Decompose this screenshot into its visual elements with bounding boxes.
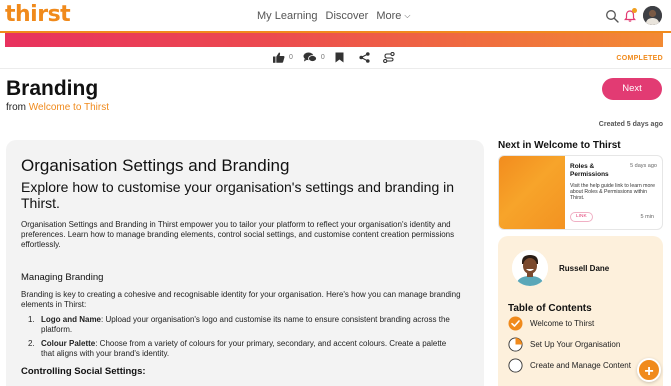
like-action[interactable]: 0 xyxy=(273,52,293,63)
from-line: from Welcome to Thirst xyxy=(6,102,109,113)
share-action[interactable] xyxy=(359,52,370,63)
thumbs-up-icon xyxy=(273,52,285,63)
checkmark-complete-icon xyxy=(508,316,523,331)
next-card-time: 5 days ago xyxy=(630,163,657,169)
next-card-title: Roles & Permissions xyxy=(570,163,609,178)
from-prefix: from xyxy=(6,102,26,113)
action-bar: 0 0 xyxy=(273,52,405,63)
next-button[interactable]: Next xyxy=(602,78,662,100)
nav-more[interactable]: More ⌵ xyxy=(376,10,410,22)
list-term: Colour Palette xyxy=(41,339,96,348)
list-number: 1. xyxy=(28,315,35,324)
list-item: 2. Colour Palette: Choose from a variety… xyxy=(28,339,458,359)
list-item: 1. Logo and Name: Upload your organisati… xyxy=(28,315,458,335)
content-heading: Organisation Settings and Branding xyxy=(21,156,290,175)
divider xyxy=(0,68,671,69)
thirst-logo[interactable]: thirst xyxy=(5,2,71,27)
parent-course-link[interactable]: Welcome to Thirst xyxy=(29,102,109,113)
like-count: 0 xyxy=(289,54,293,61)
add-fab-button[interactable]: + xyxy=(637,358,661,382)
list-description: : Choose from a variety of colours for y… xyxy=(41,339,447,359)
chevron-down-icon: ⌵ xyxy=(404,11,411,20)
author-avatar xyxy=(512,250,548,286)
content-subheading: Explore how to customise your organisati… xyxy=(21,179,455,211)
next-card-thumbnail xyxy=(499,156,565,229)
next-in-course-heading: Next in Welcome to Thirst xyxy=(498,140,621,151)
section-heading-branding: Managing Branding xyxy=(21,272,104,283)
main-nav: My Learning Discover More ⌵ xyxy=(257,10,410,22)
comment-action[interactable]: 0 xyxy=(303,52,325,63)
path-action[interactable] xyxy=(382,52,395,63)
author-name: Russell Dane xyxy=(559,264,610,273)
content-banner xyxy=(5,33,663,47)
learning-path-icon xyxy=(382,52,395,63)
plus-icon: + xyxy=(644,363,654,380)
intro-paragraph: Organisation Settings and Branding in Th… xyxy=(21,220,455,250)
avatar[interactable] xyxy=(643,6,662,25)
nav-discover[interactable]: Discover xyxy=(326,10,369,22)
list-number: 2. xyxy=(28,339,35,348)
progress-partial-icon xyxy=(508,337,523,352)
completion-status: COMPLETED xyxy=(616,55,663,62)
nav-my-learning[interactable]: My Learning xyxy=(257,10,318,22)
next-content-card[interactable]: Roles & Permissions 5 days ago Visit the… xyxy=(498,155,663,230)
comments-icon xyxy=(303,52,317,62)
created-timestamp: Created 5 days ago xyxy=(598,121,663,128)
bookmark-action[interactable] xyxy=(335,52,344,63)
nav-more-label: More xyxy=(376,10,402,22)
toc-item[interactable]: Create and Manage Content xyxy=(508,358,658,373)
list-text: Colour Palette: Choose from a variety of… xyxy=(41,339,458,359)
next-card-description: Visit the help guide link to learn more … xyxy=(570,183,655,202)
comment-count: 0 xyxy=(320,54,325,61)
toc-heading: Table of Contents xyxy=(508,303,592,314)
content-type-badge: LINK xyxy=(570,212,593,222)
toc-item-label: Create and Manage Content xyxy=(530,361,631,370)
top-header: thirst My Learning Discover More ⌵ xyxy=(0,0,671,32)
list-description: : Upload your organisation's logo and cu… xyxy=(41,315,450,335)
share-icon xyxy=(359,52,370,63)
toc-item[interactable]: Welcome to Thirst xyxy=(508,316,658,331)
progress-empty-icon xyxy=(508,358,523,373)
section-heading-social: Controlling Social Settings: xyxy=(21,366,146,377)
toc-item-label: Welcome to Thirst xyxy=(530,319,595,328)
notification-dot xyxy=(632,8,637,13)
search-icon[interactable] xyxy=(605,9,619,23)
content-card: Organisation Settings and Branding Explo… xyxy=(6,140,484,386)
list-term: Logo and Name xyxy=(41,315,102,324)
bookmark-icon xyxy=(335,52,344,63)
branding-paragraph: Branding is key to creating a cohesive a… xyxy=(21,290,461,310)
toc-item-label: Set Up Your Organisation xyxy=(530,340,621,349)
page-title: Branding xyxy=(6,77,99,100)
next-card-duration: 5 min xyxy=(640,214,654,220)
toc-item[interactable]: Set Up Your Organisation xyxy=(508,337,658,352)
list-text: Logo and Name: Upload your organisation'… xyxy=(41,315,458,335)
